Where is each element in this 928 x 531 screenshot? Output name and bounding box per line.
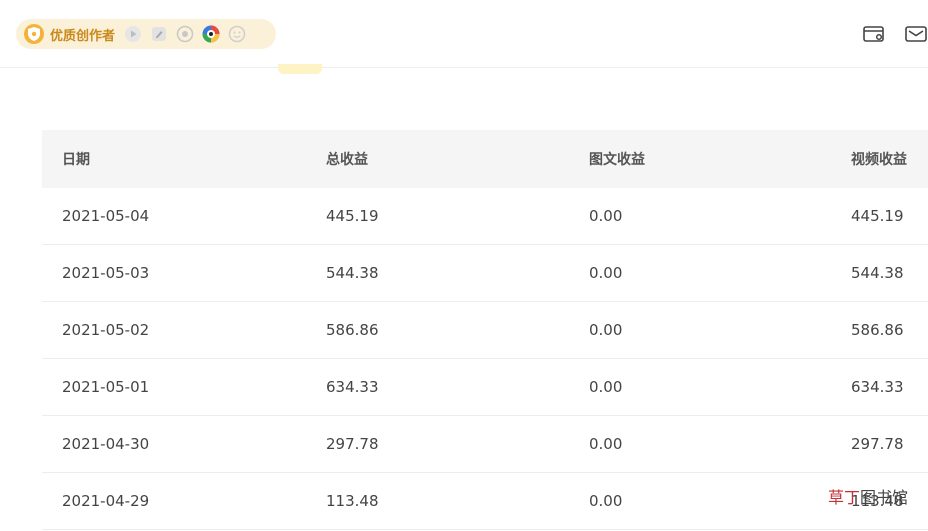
cell-total: 113.48: [326, 492, 379, 510]
emoji-icon[interactable]: [227, 24, 247, 44]
cell-date: 2021-05-04: [62, 207, 150, 225]
cell-article: 0.00: [589, 264, 623, 282]
tab-indicator: [278, 64, 322, 74]
eye-icon[interactable]: [201, 24, 221, 44]
table-row: 2021-04-29 113.48 0.00 113.48: [42, 473, 928, 530]
earnings-table: 日期 总收益 图文收益 视频收益 2021-05-04 445.19 0.00 …: [42, 130, 928, 530]
cell-article: 0.00: [589, 492, 623, 510]
top-bar: 优质创作者: [0, 0, 928, 68]
table-row: 2021-04-30 297.78 0.00 297.78: [42, 416, 928, 473]
cell-video: 586.86: [851, 321, 904, 339]
edit-icon[interactable]: [149, 24, 169, 44]
cell-video: 445.19: [851, 207, 904, 225]
cell-article: 0.00: [589, 435, 623, 453]
cell-video: 634.33: [851, 378, 904, 396]
cell-date: 2021-04-30: [62, 435, 150, 453]
mail-icon[interactable]: [905, 24, 927, 44]
audio-icon[interactable]: [175, 24, 195, 44]
cell-total: 634.33: [326, 378, 379, 396]
cell-date: 2021-05-03: [62, 264, 150, 282]
cell-article: 0.00: [589, 378, 623, 396]
header-date[interactable]: 日期: [62, 149, 90, 169]
cell-total: 586.86: [326, 321, 379, 339]
cell-video: 544.38: [851, 264, 904, 282]
watermark: 草丁图书馆: [828, 484, 908, 508]
video-icon[interactable]: [123, 24, 143, 44]
table-row: 2021-05-02 586.86 0.00 586.86: [42, 302, 928, 359]
table-row: 2021-05-01 634.33 0.00 634.33: [42, 359, 928, 416]
table-row: 2021-05-04 445.19 0.00 445.19: [42, 188, 928, 245]
shield-icon: [24, 24, 44, 44]
watermark-part2: 图书馆: [860, 488, 909, 507]
cell-date: 2021-05-01: [62, 378, 150, 396]
header-video-earnings[interactable]: 视频收益: [851, 149, 907, 169]
header-article-earnings[interactable]: 图文收益: [589, 149, 645, 169]
cell-article: 0.00: [589, 207, 623, 225]
cell-video: 297.78: [851, 435, 904, 453]
table-header: 日期 总收益 图文收益 视频收益: [42, 130, 928, 188]
badge-label: 优质创作者: [50, 28, 116, 44]
cell-date: 2021-05-02: [62, 321, 150, 339]
wallet-icon[interactable]: [863, 24, 885, 44]
cell-total: 297.78: [326, 435, 379, 453]
watermark-part1: 草丁: [828, 488, 861, 507]
cell-date: 2021-04-29: [62, 492, 150, 510]
header-total-earnings[interactable]: 总收益: [326, 149, 368, 169]
creator-badge[interactable]: 优质创作者: [16, 19, 276, 49]
table-row: 2021-05-03 544.38 0.00 544.38: [42, 245, 928, 302]
cell-total: 544.38: [326, 264, 379, 282]
cell-article: 0.00: [589, 321, 623, 339]
cell-total: 445.19: [326, 207, 379, 225]
